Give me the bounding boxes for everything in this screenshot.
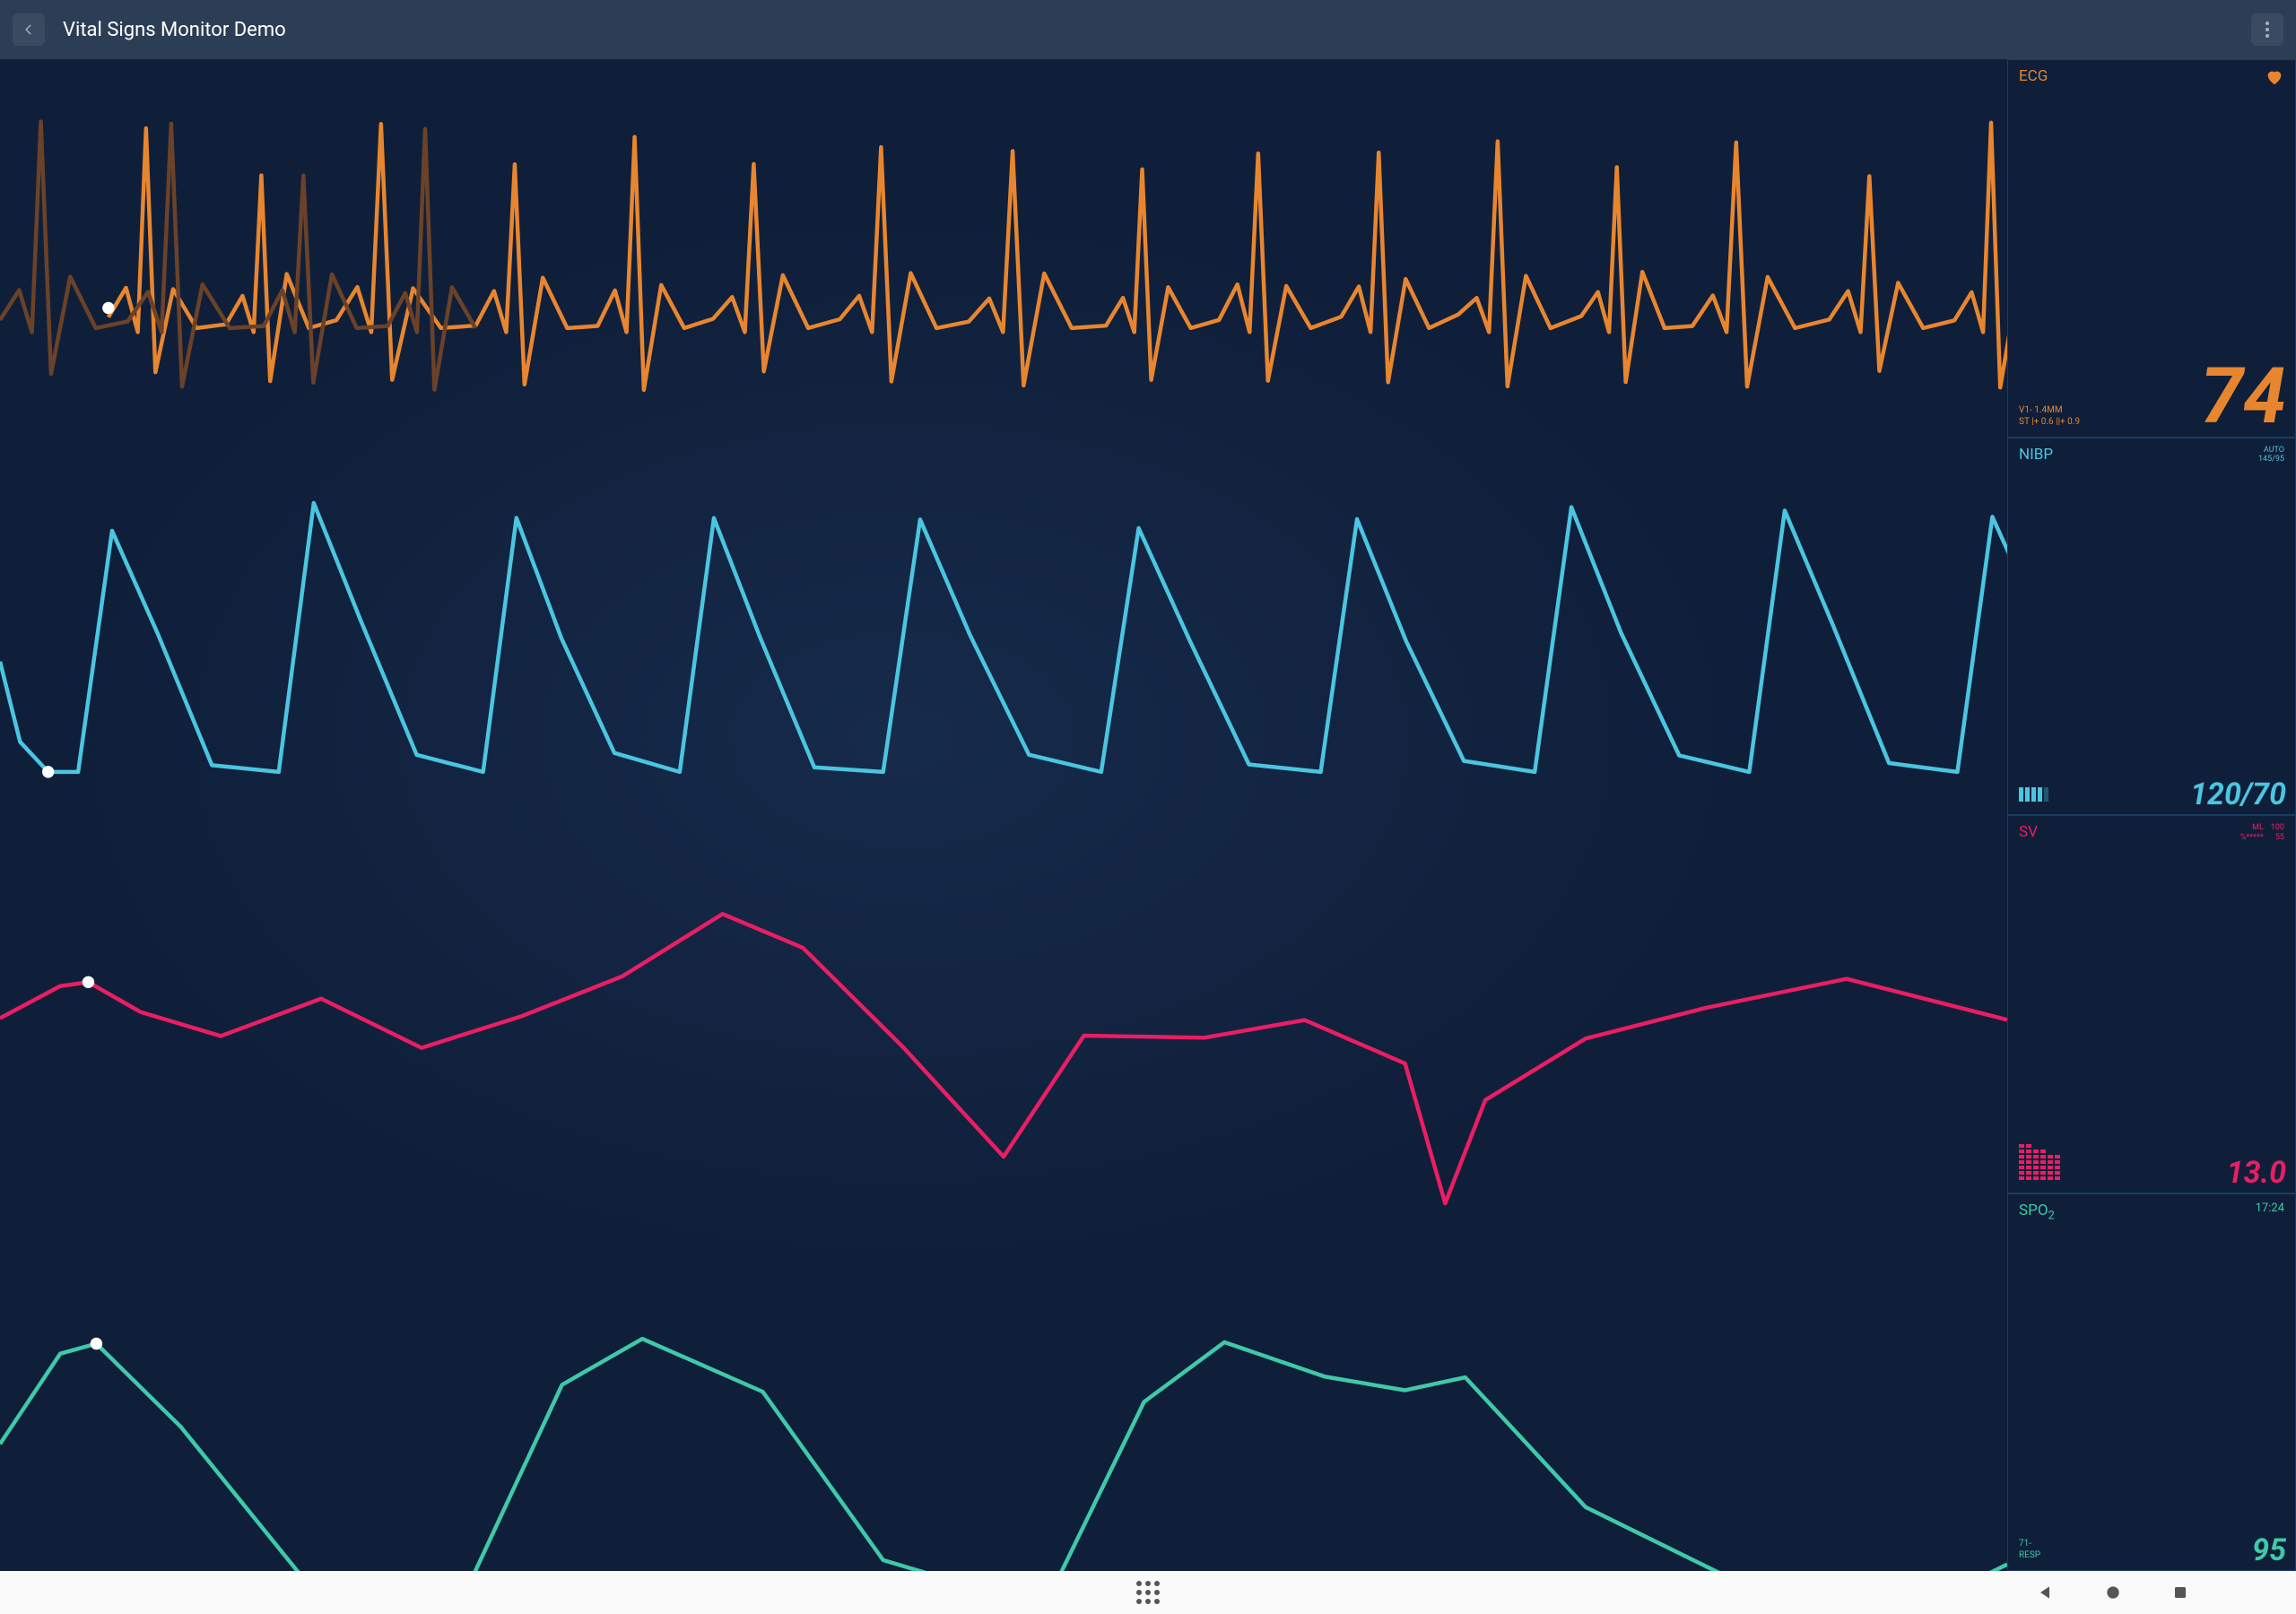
- spo2-time: 17:24: [2256, 1202, 2284, 1216]
- ecg-subtext: V1- 1.4MM ST |+ 0.6 ||+ 0.9: [2019, 404, 2080, 428]
- back-button[interactable]: [13, 13, 45, 46]
- nibp-value: 120/70: [2190, 777, 2286, 812]
- sv-bars-icon: [2019, 1144, 2060, 1180]
- spo2-waveform-row: [0, 1263, 2007, 1614]
- nibp-panel[interactable]: NIBP AUTO 145/95 120/70: [2007, 438, 2296, 816]
- ecg-panel[interactable]: ECG 74 V1- 1.4MM ST |+ 0.6 ||+ 0.9: [2007, 59, 2296, 438]
- app-header: Vital Signs Monitor Demo: [0, 0, 2296, 59]
- chevron-left-icon: [22, 23, 35, 36]
- nav-home-button[interactable]: [2104, 1584, 2122, 1601]
- sv-value: 13.0: [2227, 1155, 2286, 1191]
- vitals-sidebar: ECG 74 V1- 1.4MM ST |+ 0.6 ||+ 0.9 NIBP …: [2007, 59, 2296, 1571]
- ecg-waveform-row: [0, 59, 2007, 461]
- sv-label: SV: [2019, 823, 2038, 841]
- more-vertical-icon: [2266, 22, 2269, 38]
- spo2-subtext: 71- RESP: [2019, 1538, 2040, 1561]
- android-navbar: [0, 1571, 2296, 1614]
- sv-topright: ML %***** 100 55: [2240, 823, 2284, 843]
- nibp-bars-icon: [2019, 787, 2048, 802]
- waveform-area: [0, 59, 2007, 1571]
- spo2-value: 95: [2252, 1532, 2286, 1568]
- nibp-topright: AUTO 145/95: [2258, 446, 2284, 465]
- main-content: ECG 74 V1- 1.4MM ST |+ 0.6 ||+ 0.9 NIBP …: [0, 59, 2296, 1571]
- sv-waveform-row: [0, 862, 2007, 1263]
- heart-icon: [2265, 67, 2284, 91]
- app-drawer-button[interactable]: [1136, 1581, 1160, 1604]
- ecg-label: ECG: [2019, 67, 2048, 85]
- nav-back-button[interactable]: [2036, 1584, 2054, 1601]
- ecg-value: 74: [2200, 361, 2286, 430]
- nibp-waveform-row: [0, 461, 2007, 863]
- more-menu-button[interactable]: [2251, 13, 2283, 46]
- spo2-panel[interactable]: SPO2 17:24 71- RESP 95: [2007, 1193, 2296, 1572]
- nibp-label: NIBP: [2019, 446, 2053, 464]
- page-title: Vital Signs Monitor Demo: [63, 19, 2251, 41]
- nav-recent-button[interactable]: [2172, 1584, 2188, 1601]
- spo2-label: SPO2: [2019, 1202, 2055, 1222]
- sv-panel[interactable]: SV ML %***** 100 55: [2007, 815, 2296, 1193]
